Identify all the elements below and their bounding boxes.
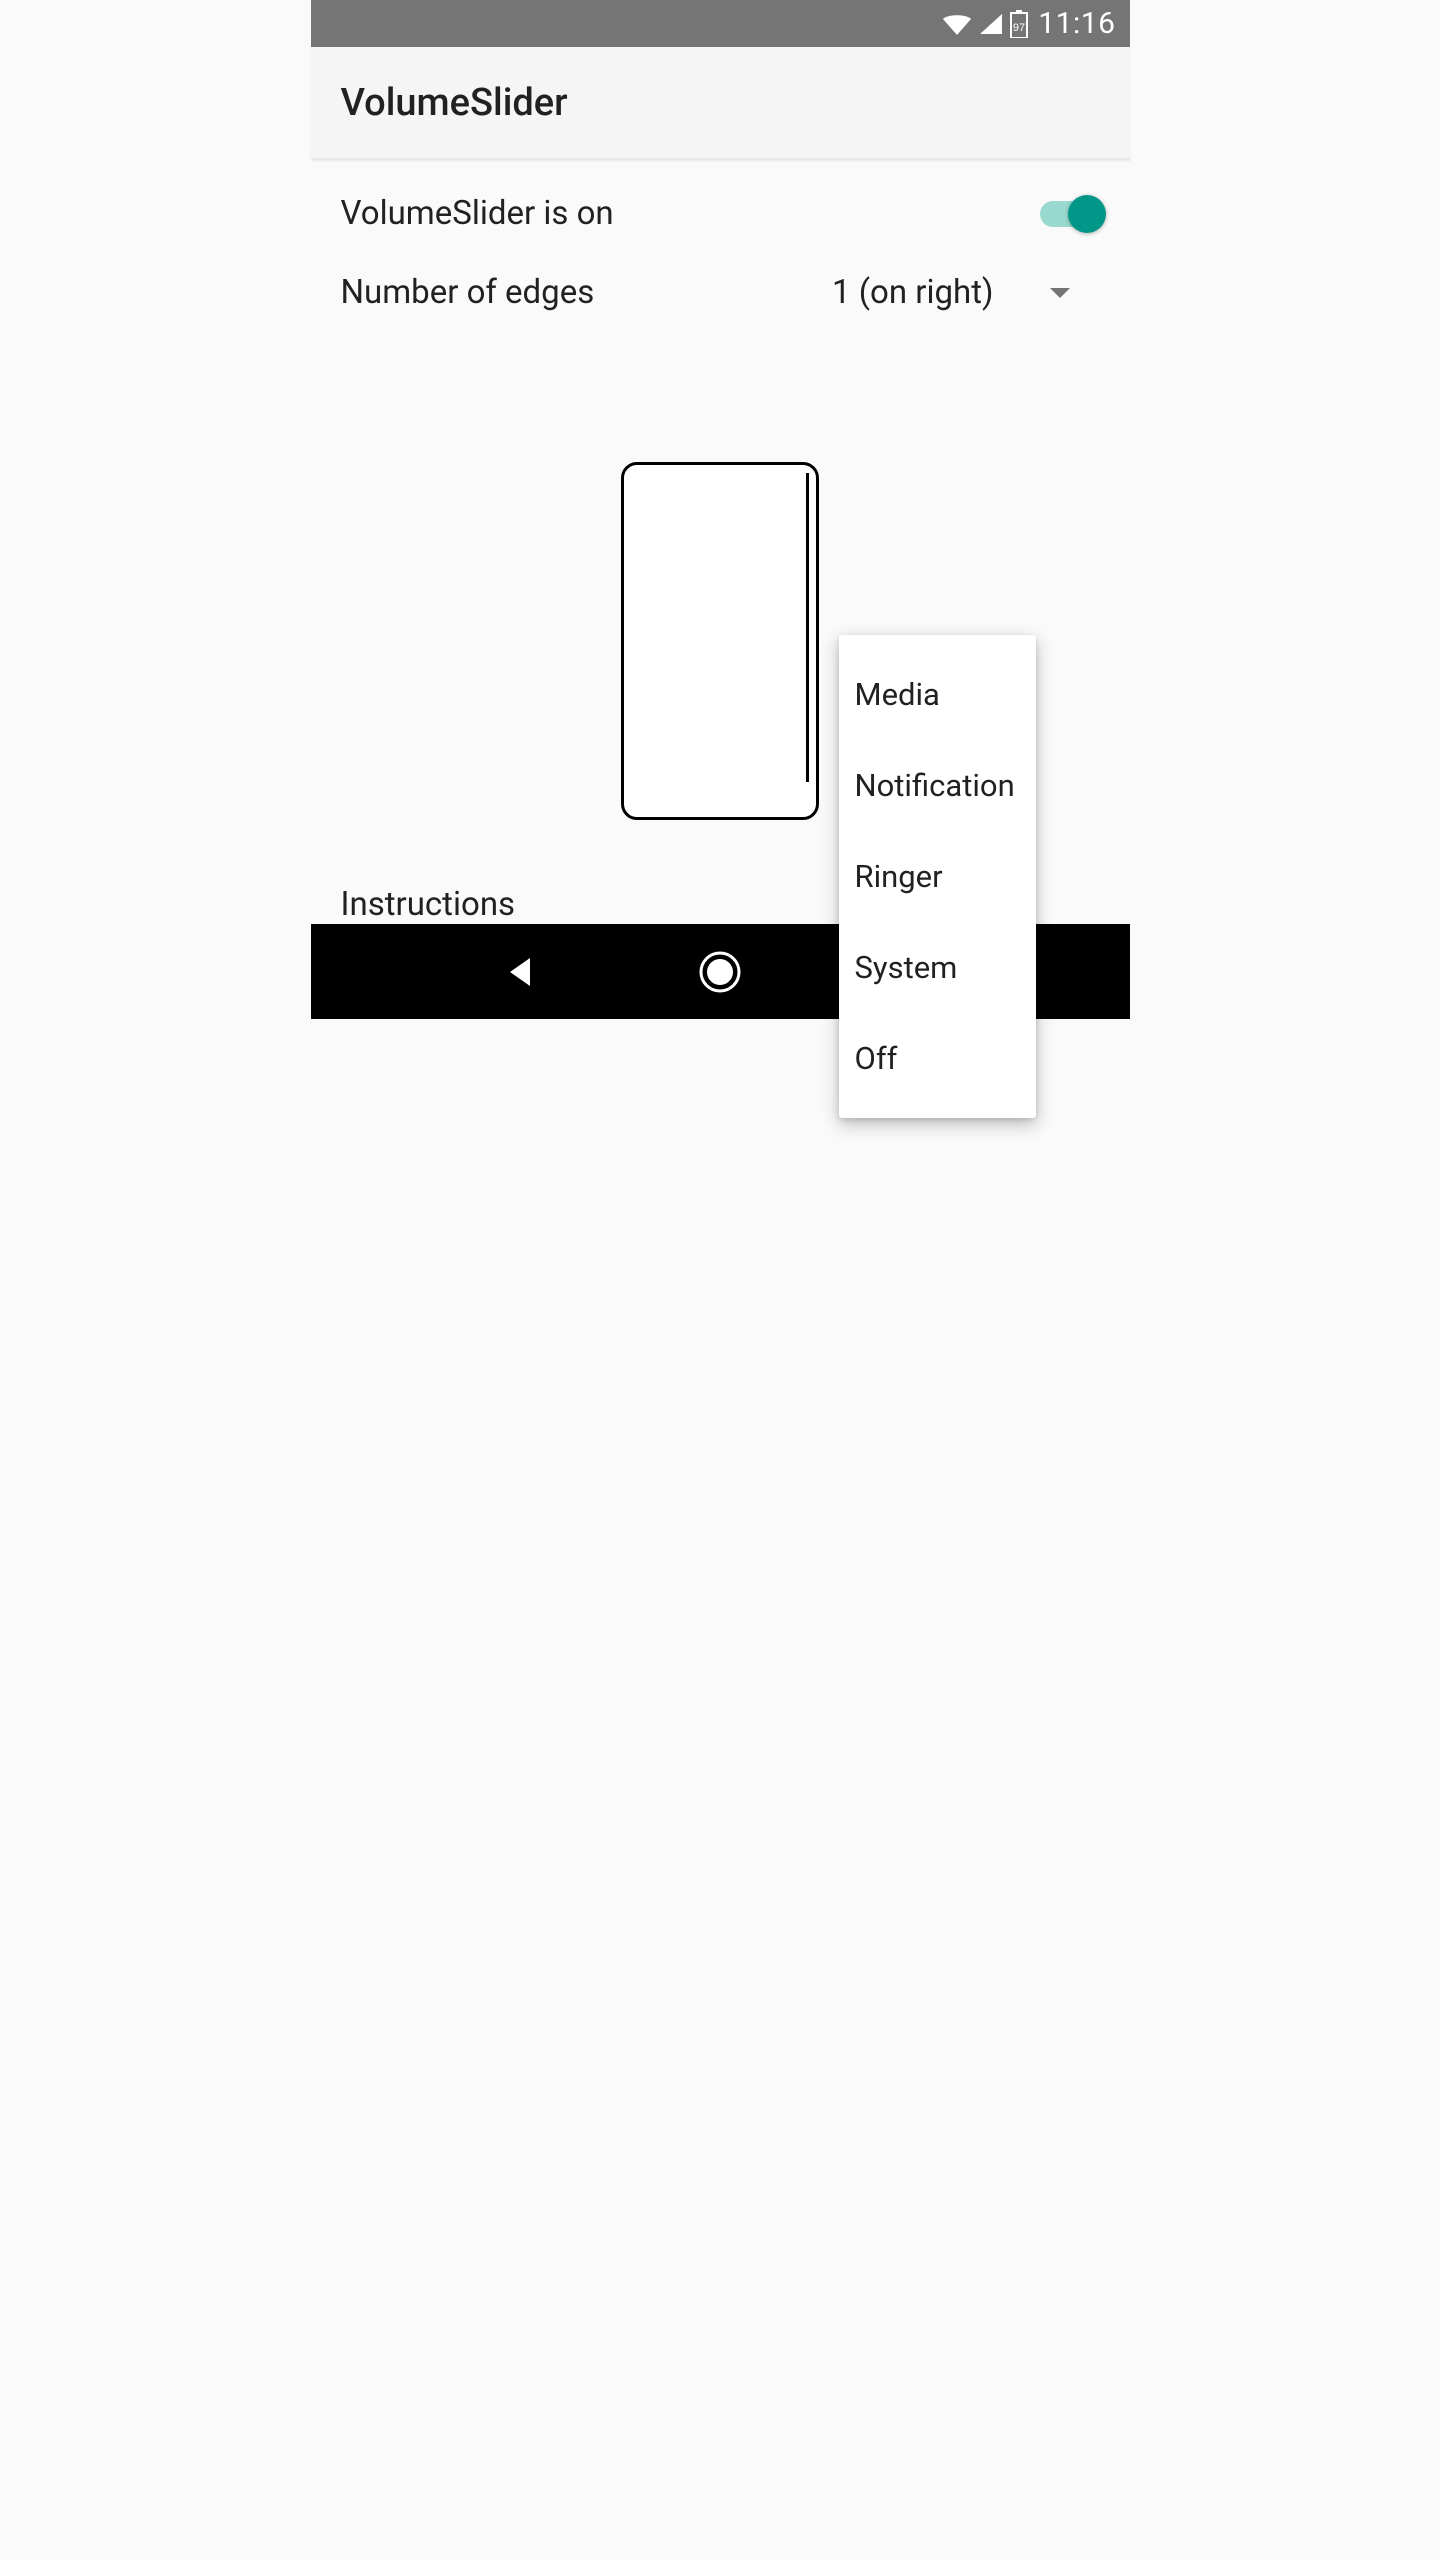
back-button[interactable] (498, 949, 543, 994)
edges-label: Number of edges (341, 273, 833, 312)
svg-text:97: 97 (1013, 22, 1025, 34)
settings-content: VolumeSlider is on Number of edges 1 (on… (311, 159, 1130, 924)
status-time: 11:16 (1038, 6, 1115, 41)
battery-icon: 97 (1010, 10, 1028, 38)
edges-row: Number of edges 1 (on right) (341, 273, 1100, 312)
enabled-switch[interactable] (1040, 201, 1100, 227)
cell-signal-icon (978, 12, 1004, 36)
home-button[interactable] (697, 949, 742, 994)
status-bar: 97 11:16 (311, 0, 1130, 47)
stream-type-menu: Media Notification Ringer System Off (839, 635, 1036, 1118)
edge-indicator-right (806, 473, 809, 782)
home-circle-icon (698, 950, 742, 994)
edges-dropdown[interactable]: 1 (on right) (832, 273, 1069, 312)
menu-item-media[interactable]: Media (839, 649, 1036, 740)
menu-item-notification[interactable]: Notification (839, 740, 1036, 831)
wifi-icon (942, 12, 972, 36)
menu-item-ringer[interactable]: Ringer (839, 831, 1036, 922)
back-triangle-icon (504, 954, 536, 990)
enabled-label: VolumeSlider is on (341, 194, 1040, 233)
app-title: VolumeSlider (341, 81, 568, 125)
menu-item-system[interactable]: System (839, 922, 1036, 1013)
app-bar: VolumeSlider (311, 47, 1130, 159)
edges-selected-value: 1 (on right) (832, 273, 993, 312)
enabled-row: VolumeSlider is on (341, 194, 1100, 233)
switch-thumb (1068, 195, 1106, 233)
caret-down-icon (1050, 288, 1070, 298)
menu-item-off[interactable]: Off (839, 1013, 1036, 1104)
phone-preview (621, 462, 819, 820)
